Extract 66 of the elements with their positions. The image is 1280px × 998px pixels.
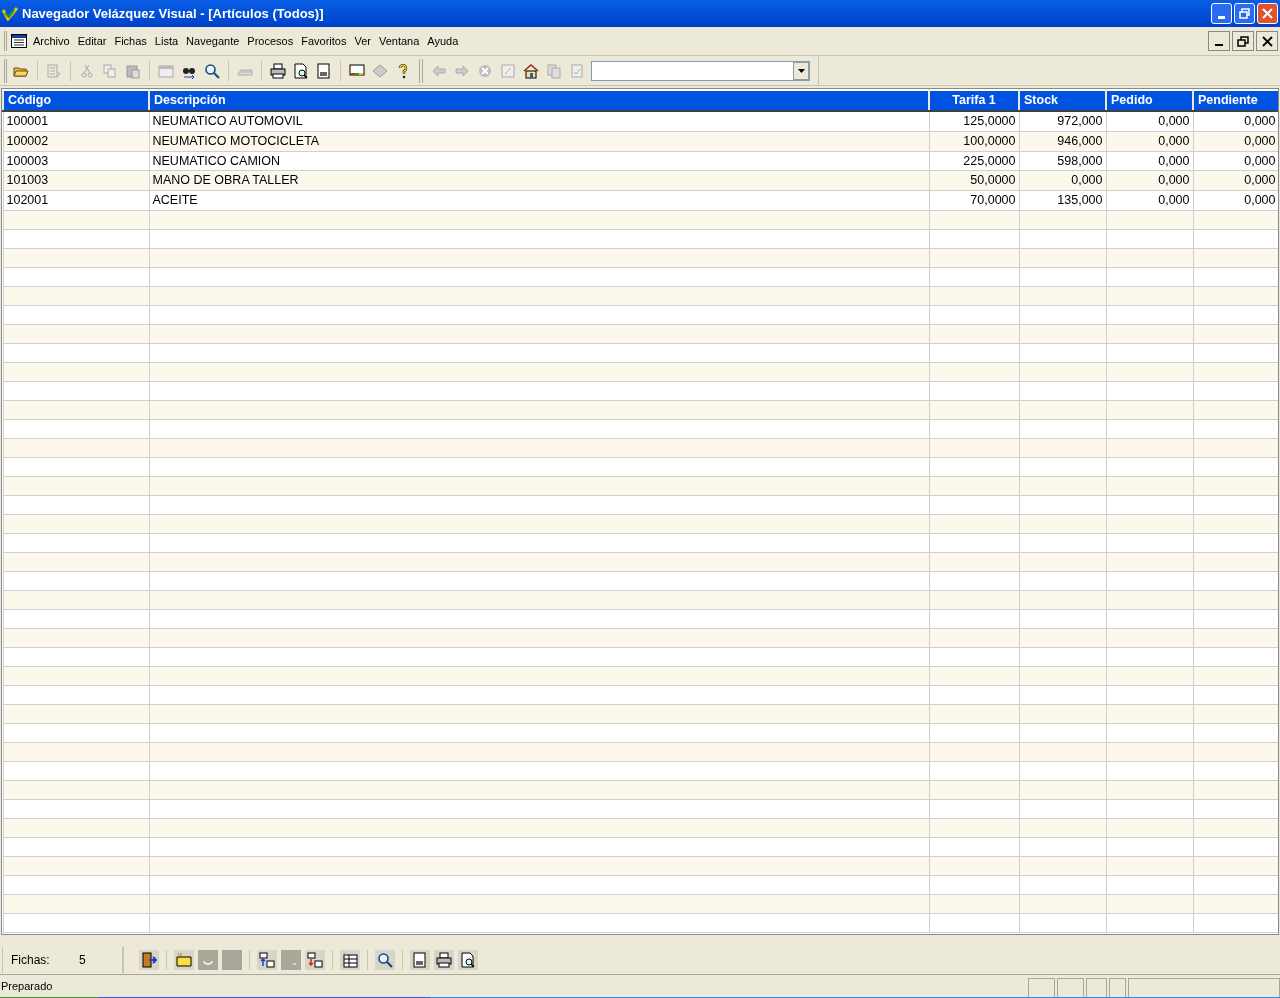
menu-item[interactable]: Ayuda <box>423 32 463 50</box>
app-logo-icon <box>2 6 18 21</box>
dropdown-arrow-icon <box>797 68 805 73</box>
document-window-icon[interactable] <box>11 34 27 48</box>
table-cell: 135,000 <box>1019 190 1106 211</box>
table-cell: 225,0000 <box>929 151 1019 171</box>
table-cell: NEUMATICO AUTOMOVIL <box>149 111 929 132</box>
table-cell: 0,000 <box>1019 170 1106 191</box>
close-icon <box>1261 35 1273 47</box>
column-header[interactable]: Descripción <box>149 90 929 111</box>
table-cell: 100003 <box>3 151 149 171</box>
column-header[interactable]: Pedido <box>1106 90 1193 111</box>
new-folder-icon[interactable] <box>174 949 194 970</box>
table-cell: 125,0000 <box>929 111 1019 132</box>
menu-item[interactable]: Ventana <box>374 32 424 50</box>
table-cell: 0,000 <box>1106 151 1193 171</box>
record-count-label: Fichas: <box>11 951 51 969</box>
tree-up-icon[interactable] <box>257 949 277 970</box>
close-button[interactable] <box>1256 31 1278 51</box>
search-icon[interactable] <box>375 949 395 970</box>
restore-icon <box>1237 35 1249 47</box>
table-cell: ACEITE <box>149 190 929 211</box>
table-cell: 0,000 <box>1106 190 1193 211</box>
page-icon[interactable] <box>410 949 430 970</box>
close-icon <box>1262 8 1273 19</box>
menu-item[interactable]: Favoritos <box>297 32 351 50</box>
table-cell: MANO DE OBRA TALLER <box>149 170 929 191</box>
table-cell: NEUMATICO MOTOCICLETA <box>149 131 929 151</box>
menu-item[interactable]: Procesos <box>243 32 298 50</box>
door-exit-icon[interactable] <box>139 949 159 970</box>
column-header[interactable]: Tarifa 1 <box>929 90 1019 111</box>
table-cell: NEUMATICO CAMION <box>149 151 929 171</box>
table-cell: 70,0000 <box>929 190 1019 211</box>
table-cell: 50,0000 <box>929 170 1019 191</box>
table-cell: 102001 <box>3 190 149 211</box>
restore-button[interactable] <box>1232 31 1254 51</box>
menu-item[interactable]: Archivo <box>29 32 74 50</box>
table-cell: 100001 <box>3 111 149 132</box>
minimize-button[interactable] <box>1208 31 1230 51</box>
column-header[interactable]: Código <box>3 90 149 111</box>
table-cell: 972,000 <box>1019 111 1106 132</box>
menu-item[interactable]: Fichas <box>110 32 151 50</box>
table-cell: 946,000 <box>1019 131 1106 151</box>
menu-item[interactable]: Lista <box>150 32 183 50</box>
table-cell: 0,000 <box>1106 131 1193 151</box>
restore-icon <box>1239 8 1250 19</box>
menu-item[interactable]: Editar <box>73 32 111 50</box>
table-cell: 0,000 <box>1106 111 1193 132</box>
table-cell: 100002 <box>3 131 149 151</box>
column-header[interactable]: Pendiente <box>1193 90 1278 111</box>
menu-item[interactable]: Ver <box>350 32 375 50</box>
table-cell: 0,000 <box>1106 170 1193 191</box>
printer-icon[interactable] <box>268 60 288 81</box>
table-cell: 598,000 <box>1019 151 1106 171</box>
column-header[interactable]: Stock <box>1019 90 1106 111</box>
printer-icon[interactable] <box>434 949 454 970</box>
tree-down-icon[interactable] <box>305 949 325 970</box>
table-cell: 101003 <box>3 170 149 191</box>
window-title: Navegador Velázquez Visual - [Artículos (Todos)] <box>22 4 324 23</box>
menu-item[interactable]: Navegante <box>182 32 244 50</box>
print-preview-icon[interactable] <box>458 949 478 970</box>
status-text: Preparado <box>0 978 53 994</box>
new-grid-icon[interactable] <box>340 949 360 970</box>
combo-box[interactable] <box>591 60 810 81</box>
record-count-value: 5 <box>79 951 86 969</box>
table-cell: 100,0000 <box>929 131 1019 151</box>
